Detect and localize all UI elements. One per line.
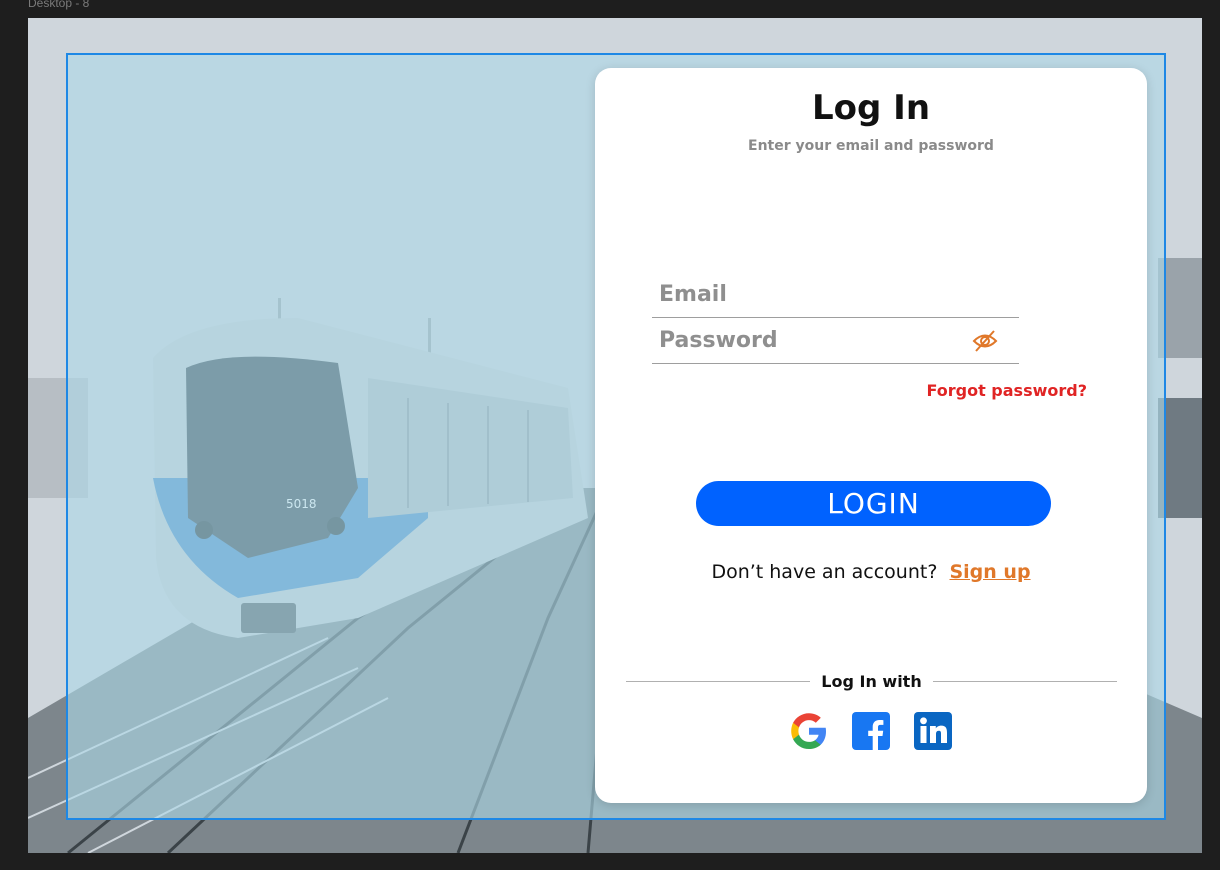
password-field[interactable] [652, 318, 1019, 362]
email-field-wrapper [652, 272, 1019, 318]
google-icon[interactable] [788, 710, 830, 752]
login-card: Log In Enter your email and password For… [595, 68, 1147, 803]
divider-line-right [932, 681, 1117, 682]
page-subtitle: Enter your email and password [748, 138, 994, 154]
page-title: Log In [811, 88, 931, 128]
divider-line-left [626, 681, 811, 682]
login-button[interactable]: LOGIN [696, 481, 1051, 526]
eye-off-icon[interactable] [971, 328, 999, 354]
linkedin-icon[interactable] [912, 710, 954, 752]
social-label: Log In with [821, 672, 922, 691]
signup-link[interactable]: Sign up [949, 561, 1030, 583]
facebook-icon[interactable] [850, 710, 892, 752]
signup-prompt: Don’t have an account? [711, 561, 938, 583]
social-buttons [595, 710, 1147, 752]
email-field[interactable] [652, 272, 1019, 316]
password-field-wrapper [652, 318, 1019, 364]
forgot-password-link[interactable]: Forgot password? [926, 381, 1087, 400]
frame-label: Desktop - 8 [28, 0, 90, 10]
social-divider: Log In with [626, 672, 1117, 691]
signup-row: Don’t have an account? Sign up [595, 561, 1147, 583]
